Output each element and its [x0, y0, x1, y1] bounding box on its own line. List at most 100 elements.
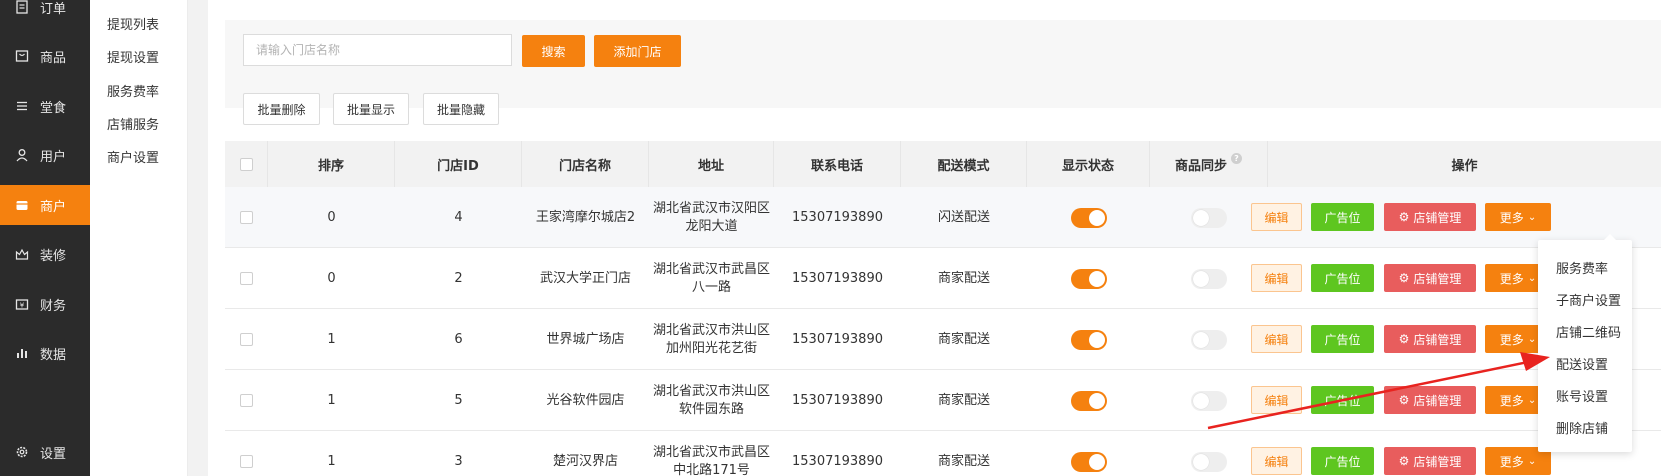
cell-sort: 1 — [327, 331, 336, 347]
cell-sort: 0 — [327, 209, 336, 225]
cell-sort: 1 — [327, 392, 336, 408]
add-store-button[interactable]: 添加门店 — [594, 35, 681, 67]
cell-address: 湖北省武汉市洪山区 加州阳光花艺街 — [649, 309, 774, 370]
subnav-item-merchant-settings[interactable]: 商户设置 — [107, 147, 159, 166]
display-status-toggle[interactable] — [1070, 207, 1107, 228]
toggle-knob — [1088, 453, 1105, 470]
table-header: 排序 门店ID 门店名称 地址 联系电话 配送模式 显示状态 商品同步? 操作 — [225, 141, 1661, 187]
display-status-toggle[interactable] — [1070, 390, 1107, 411]
user-icon — [14, 147, 30, 163]
data-icon — [14, 345, 30, 361]
subnav-item-withdraw-list[interactable]: 提现列表 — [107, 14, 159, 33]
edit-button[interactable]: 编辑 — [1251, 386, 1302, 414]
more-label: 更多 — [1499, 393, 1524, 408]
goods-sync-toggle[interactable] — [1191, 451, 1227, 472]
table-row: 0 2 武汉大学正门店 湖北省武汉市武昌区 八一路 15307193890 商家配送 编辑 广告… — [225, 248, 1661, 309]
chevron-down-icon: ⌄ — [1527, 211, 1537, 223]
cell-display-status — [1027, 248, 1150, 309]
batch-delete-button[interactable]: 批量删除 — [243, 93, 320, 125]
cell-phone: 15307193890 — [792, 392, 883, 408]
row-checkbox[interactable] — [240, 211, 253, 224]
shop-manage-button[interactable]: ⚙ 店铺管理 — [1384, 386, 1476, 414]
subnav-item-shop-service[interactable]: 店铺服务 — [107, 114, 159, 133]
more-dropdown-menu: 服务费率 子商户设置 店铺二维码 配送设置 账号设置 删除店铺 — [1538, 234, 1632, 452]
header-delivery-mode: 配送模式 — [901, 141, 1027, 187]
nav-label: 商户 — [40, 199, 67, 215]
toggle-knob — [1193, 392, 1209, 409]
batch-hide-button[interactable]: 批量隐藏 — [423, 93, 499, 125]
address-line-1: 湖北省武汉市汉阳区 — [652, 200, 770, 216]
nav-item-goods[interactable]: 商品 — [0, 36, 90, 76]
shop-manage-button[interactable]: ⚙ 店铺管理 — [1384, 325, 1476, 353]
nav-item-decorate[interactable]: 装修 — [0, 234, 90, 274]
ad-slot-button[interactable]: 广告位 — [1311, 203, 1374, 231]
nav-item-user[interactable]: 用户 — [0, 135, 90, 175]
nav-item-data[interactable]: 数据 — [0, 333, 90, 373]
edit-button[interactable]: 编辑 — [1251, 447, 1302, 475]
table-row: 1 3 楚河汉界店 湖北省武汉市武昌区 中北路171号 15307193890 商家配送 编辑… — [225, 431, 1661, 476]
shop-manage-label: 店铺管理 — [1413, 332, 1462, 347]
row-checkbox[interactable] — [240, 455, 253, 468]
goods-sync-toggle[interactable] — [1191, 329, 1227, 350]
ad-slot-button[interactable]: 广告位 — [1311, 325, 1374, 353]
menu-item-sub-merchant-settings[interactable]: 子商户设置 — [1556, 290, 1621, 309]
toggle-knob — [1193, 453, 1209, 470]
cell-delivery-mode: 商家配送 — [937, 392, 990, 408]
nav-item-merchant[interactable]: 商户 — [0, 185, 90, 225]
edit-button[interactable]: 编辑 — [1251, 203, 1302, 231]
gear-icon: ⚙ — [1398, 454, 1410, 468]
goods-sync-toggle[interactable] — [1191, 207, 1227, 228]
settings-icon — [14, 444, 30, 460]
select-all-checkbox[interactable] — [239, 157, 253, 171]
cell-store-name: 武汉大学正门店 — [539, 270, 631, 286]
more-button[interactable]: 更多 ⌄ — [1485, 203, 1551, 231]
subnav-item-service-rate[interactable]: 服务费率 — [107, 81, 159, 100]
nav-item-finance[interactable]: ¥ 财务 — [0, 284, 90, 324]
search-button[interactable]: 搜索 — [522, 35, 585, 67]
table-row: 0 4 王家湾摩尔城店2 湖北省武汉市汉阳区 龙阳大道 15307193890 闪送配送 编辑… — [225, 187, 1661, 248]
row-select-cell — [225, 370, 268, 431]
shop-manage-button[interactable]: ⚙ 店铺管理 — [1384, 264, 1476, 292]
menu-item-shop-qrcode[interactable]: 店铺二维码 — [1556, 322, 1621, 341]
chevron-down-icon: ⌄ — [1527, 333, 1537, 345]
cell-store-id: 2 — [454, 270, 463, 286]
ad-slot-button[interactable]: 广告位 — [1311, 386, 1374, 414]
shop-manage-button[interactable]: ⚙ 店铺管理 — [1384, 447, 1476, 475]
ad-slot-button[interactable]: 广告位 — [1311, 264, 1374, 292]
cell-display-status — [1027, 309, 1150, 370]
help-icon[interactable]: ? — [1231, 152, 1242, 164]
cell-address: 湖北省武汉市武昌区 八一路 — [649, 248, 774, 309]
header-goods-sync-cell: 商品同步? — [1150, 141, 1268, 187]
nav-item-settings[interactable]: 设置 — [0, 432, 90, 472]
goods-icon — [14, 48, 30, 64]
cell-delivery-mode: 商家配送 — [937, 270, 990, 286]
select-all-cell — [225, 141, 268, 187]
toggle-knob — [1088, 270, 1105, 287]
row-checkbox[interactable] — [240, 272, 253, 285]
cell-sort: 0 — [327, 270, 336, 286]
batch-show-button[interactable]: 批量显示 — [333, 93, 409, 125]
edit-button[interactable]: 编辑 — [1251, 264, 1302, 292]
shop-manage-button[interactable]: ⚙ 店铺管理 — [1384, 203, 1476, 231]
menu-item-delete-shop[interactable]: 删除店铺 — [1556, 418, 1608, 437]
nav-item-dine-in[interactable]: 堂食 — [0, 86, 90, 126]
order-icon — [14, 0, 30, 15]
sub-sidebar: 提现列表 提现设置 服务费率 店铺服务 商户设置 — [90, 0, 188, 476]
subnav-item-withdraw-settings[interactable]: 提现设置 — [107, 47, 159, 66]
display-status-toggle[interactable] — [1070, 329, 1107, 350]
row-checkbox[interactable] — [240, 333, 253, 346]
goods-sync-toggle[interactable] — [1191, 268, 1227, 289]
nav-item-order[interactable]: 订单 — [0, 0, 90, 27]
ad-slot-button[interactable]: 广告位 — [1311, 447, 1374, 475]
row-checkbox[interactable] — [240, 394, 253, 407]
display-status-toggle[interactable] — [1070, 451, 1107, 472]
display-status-toggle[interactable] — [1070, 268, 1107, 289]
menu-item-account-settings[interactable]: 账号设置 — [1556, 386, 1608, 405]
menu-item-service-rate[interactable]: 服务费率 — [1556, 258, 1608, 277]
nav-label: 装修 — [40, 248, 67, 264]
goods-sync-toggle[interactable] — [1191, 390, 1227, 411]
header-goods-sync: 商品同步 — [1174, 158, 1227, 174]
edit-button[interactable]: 编辑 — [1251, 325, 1302, 353]
store-name-search-input[interactable] — [243, 34, 512, 66]
menu-item-delivery-settings[interactable]: 配送设置 — [1556, 354, 1608, 373]
